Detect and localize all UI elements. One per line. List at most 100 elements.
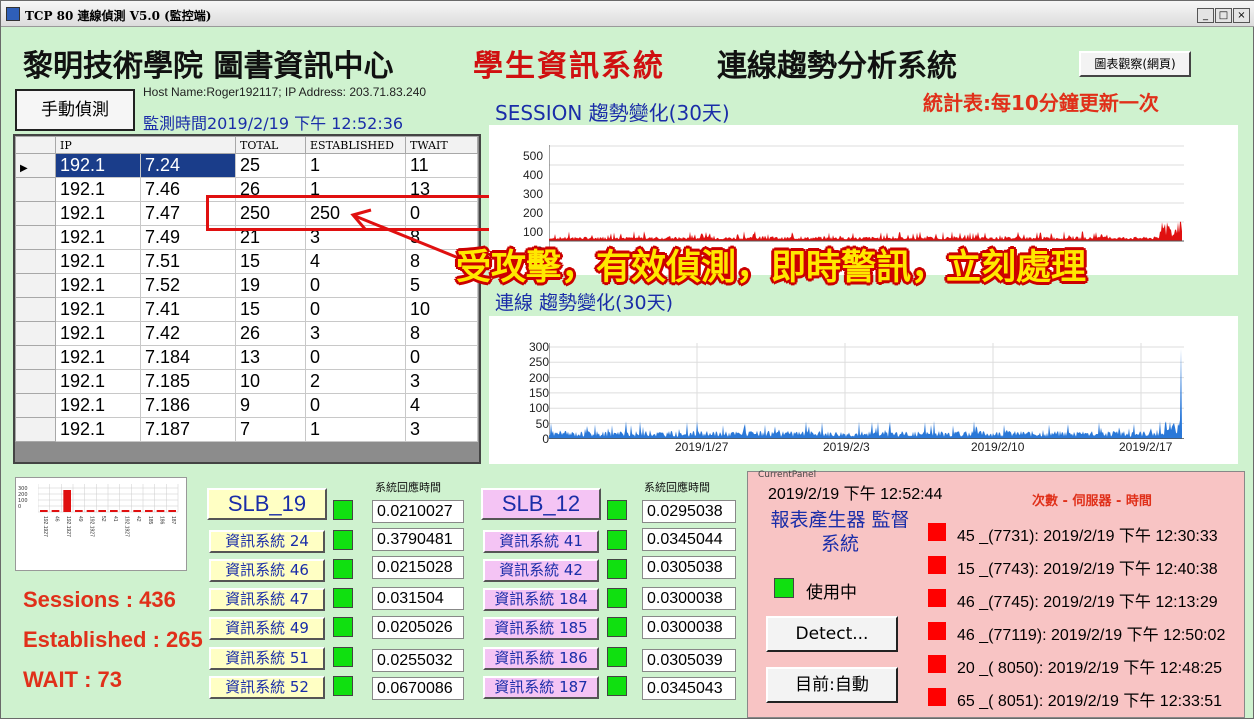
cell-ip-suffix[interactable]: 7.186 <box>140 393 236 418</box>
header-system-name: 學生資訊系統 <box>473 49 665 84</box>
cell-ip-prefix[interactable]: 192.1 <box>55 273 141 298</box>
slb12-system-button[interactable]: 資訊系統 186 <box>483 647 599 670</box>
cell-established[interactable]: 0 <box>305 393 406 418</box>
row-header[interactable] <box>15 297 56 322</box>
minimize-button[interactable]: _ <box>1197 8 1214 23</box>
cell-established[interactable]: 1 <box>305 153 406 178</box>
cell-total[interactable]: 15 <box>235 297 306 322</box>
row-header[interactable] <box>15 345 56 370</box>
mini-bar <box>86 510 95 512</box>
row-header[interactable] <box>15 393 56 418</box>
slb19-header[interactable]: SLB_19 <box>207 488 327 520</box>
slb19-system-button[interactable]: 資訊系統 49 <box>209 617 325 640</box>
chart-view-button[interactable]: 圖表觀察(網頁) <box>1079 51 1191 77</box>
cell-ip-prefix[interactable]: 192.1 <box>55 393 141 418</box>
cell-ip-prefix[interactable]: 192.1 <box>55 297 141 322</box>
slb19-system-button[interactable]: 資訊系統 47 <box>209 588 325 611</box>
table-row[interactable]: 192.1 7.41 15 0 10 <box>15 297 478 322</box>
table-row[interactable]: 192.1 7.42 26 3 8 <box>15 321 478 346</box>
slb12-header[interactable]: SLB_12 <box>481 488 601 520</box>
cell-total[interactable]: 9 <box>235 393 306 418</box>
cell-ip-prefix[interactable]: 192.1 <box>55 153 141 178</box>
cell-ip-suffix[interactable]: 7.185 <box>140 369 236 394</box>
col-twait[interactable]: TWAIT <box>405 136 478 154</box>
slb12-status-indicator <box>607 530 627 550</box>
table-row[interactable]: 192.1 7.185 10 2 3 <box>15 369 478 394</box>
slb12-system-button[interactable]: 資訊系統 185 <box>483 617 599 640</box>
cell-established[interactable]: 0 <box>305 345 406 370</box>
col-total[interactable]: TOTAL <box>235 136 306 154</box>
cell-ip-suffix[interactable]: 7.41 <box>140 297 236 322</box>
cell-established[interactable]: 3 <box>305 321 406 346</box>
session-y-tick: 200 <box>522 206 543 220</box>
cell-total[interactable]: 26 <box>235 321 306 346</box>
row-header[interactable] <box>15 249 56 274</box>
slb12-system-button[interactable]: 資訊系統 42 <box>483 559 599 582</box>
connection-grid[interactable]: IP TOTAL ESTABLISHED TWAIT ▶ 192.1 7.24 25 1… <box>13 134 481 464</box>
cell-established[interactable]: 0 <box>305 273 406 298</box>
table-row[interactable]: ▶ 192.1 7.24 25 1 11 <box>15 153 478 178</box>
maximize-button[interactable]: □ <box>1215 8 1232 23</box>
cell-twait[interactable]: 3 <box>405 369 478 394</box>
slb19-system-button[interactable]: 資訊系統 24 <box>209 530 325 553</box>
cell-total[interactable]: 7 <box>235 417 306 442</box>
log-entry: 46 _(7745): 2019/2/19 下午 12:13:29 <box>957 594 1218 611</box>
cell-ip-prefix[interactable]: 192.1 <box>55 321 141 346</box>
cell-ip-prefix[interactable]: 192.1 <box>55 177 141 202</box>
mini-bar <box>75 510 83 512</box>
row-header[interactable] <box>15 273 56 298</box>
cell-ip-prefix[interactable]: 192.1 <box>55 369 141 394</box>
cell-total[interactable]: 10 <box>235 369 306 394</box>
cell-ip-prefix[interactable]: 192.1 <box>55 249 141 274</box>
cell-twait[interactable]: 3 <box>405 417 478 442</box>
cell-ip-prefix[interactable]: 192.1 <box>55 225 141 250</box>
table-row[interactable]: 192.1 7.52 19 0 5 <box>15 273 478 298</box>
table-row[interactable]: 192.1 7.184 13 0 0 <box>15 345 478 370</box>
cell-ip-suffix[interactable]: 7.184 <box>140 345 236 370</box>
cell-twait[interactable]: 10 <box>405 297 478 322</box>
slb19-system-button[interactable]: 資訊系統 46 <box>209 559 325 582</box>
close-button[interactable]: × <box>1233 8 1250 23</box>
current-mode-button[interactable]: 目前:自動 <box>766 667 898 703</box>
row-header[interactable] <box>15 201 56 226</box>
cell-ip-suffix[interactable]: 7.51 <box>140 249 236 274</box>
manual-detect-button[interactable]: 手動偵測 <box>15 89 135 131</box>
mini-bar <box>156 510 165 512</box>
cell-ip-prefix[interactable]: 192.1 <box>55 417 141 442</box>
cell-established[interactable]: 1 <box>305 417 406 442</box>
cell-ip-suffix[interactable]: 7.52 <box>140 273 236 298</box>
row-header[interactable] <box>15 369 56 394</box>
cell-twait[interactable]: 0 <box>405 345 478 370</box>
cell-ip-prefix[interactable]: 192.1 <box>55 345 141 370</box>
row-header[interactable] <box>15 225 56 250</box>
slb12-status-indicator <box>607 676 627 696</box>
slb12-system-button[interactable]: 資訊系統 187 <box>483 676 599 699</box>
cell-ip-suffix[interactable]: 7.187 <box>140 417 236 442</box>
cell-established[interactable]: 2 <box>305 369 406 394</box>
host-info: Host Name:Roger192117; IP Address: 203.7… <box>143 85 427 99</box>
slb12-system-button[interactable]: 資訊系統 184 <box>483 588 599 611</box>
col-established[interactable]: ESTABLISHED <box>305 136 406 154</box>
row-header[interactable] <box>15 321 56 346</box>
table-row[interactable]: 192.1 7.186 9 0 4 <box>15 393 478 418</box>
cell-ip-suffix[interactable]: 7.24 <box>140 153 236 178</box>
slb12-system-button[interactable]: 資訊系統 41 <box>483 530 599 553</box>
cell-established[interactable]: 0 <box>305 297 406 322</box>
detect-button[interactable]: Detect... <box>766 616 898 652</box>
table-row[interactable]: 192.1 7.187 7 1 3 <box>15 417 478 442</box>
row-header[interactable]: ▶ <box>15 153 56 178</box>
cell-ip-prefix[interactable]: 192.1 <box>55 201 141 226</box>
row-header[interactable] <box>15 417 56 442</box>
row-header[interactable] <box>15 177 56 202</box>
cell-total[interactable]: 25 <box>235 153 306 178</box>
cell-ip-suffix[interactable]: 7.42 <box>140 321 236 346</box>
cell-twait[interactable]: 8 <box>405 321 478 346</box>
cell-total[interactable]: 13 <box>235 345 306 370</box>
slb19-system-button[interactable]: 資訊系統 52 <box>209 676 325 699</box>
cell-twait[interactable]: 11 <box>405 153 478 178</box>
cell-total[interactable]: 19 <box>235 273 306 298</box>
col-ip[interactable]: IP <box>55 136 236 154</box>
cell-twait[interactable]: 4 <box>405 393 478 418</box>
slb19-system-button[interactable]: 資訊系統 51 <box>209 647 325 670</box>
cell-total[interactable]: 15 <box>235 249 306 274</box>
